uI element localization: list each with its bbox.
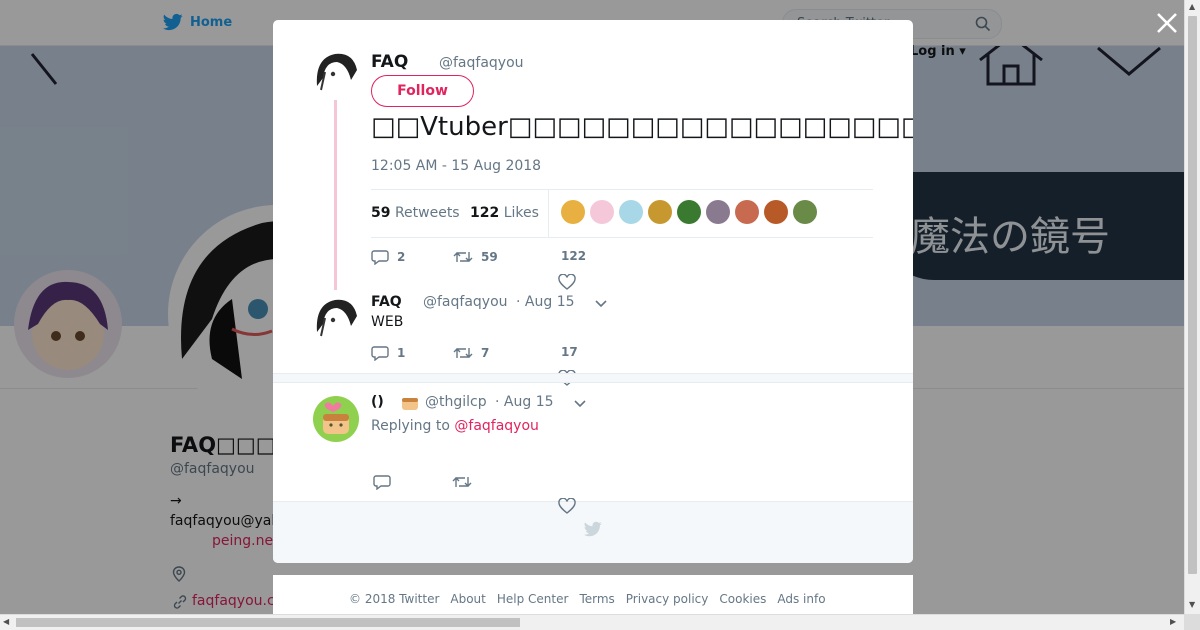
bread-emoji-icon	[402, 398, 418, 410]
retweet-icon	[453, 348, 473, 358]
tweet-modal: FAQ @faqfaqyou Follow □□Vtuber□□□□□□□□□□…	[273, 20, 913, 563]
like-action[interactable]: 122	[561, 249, 586, 263]
footer-link[interactable]: Ads info	[777, 592, 825, 606]
tweet-author-handle[interactable]: @faqfaqyou	[439, 55, 524, 71]
reply-icon	[371, 250, 389, 265]
reply2-author-avatar[interactable]	[313, 396, 359, 442]
twitter-bird-icon	[583, 521, 602, 537]
replying-to-prefix: Replying to	[371, 418, 450, 434]
tweet-author-avatar[interactable]	[313, 50, 359, 96]
reply-retweet-action[interactable]: 7	[453, 345, 489, 361]
scroll-right-arrow-icon[interactable]: ▶	[1170, 618, 1176, 626]
liker-avatar[interactable]	[793, 200, 817, 224]
reply-date[interactable]: · Aug 15	[516, 294, 575, 310]
site-footer: © 2018 Twitter About Help Center Terms Priva…	[273, 575, 913, 614]
retweet-count: 7	[481, 346, 490, 360]
tweet-text: □□Vtuber□□□□□□□□□□□□□□□□□□□□□□□□□□□□□□□□…	[371, 112, 913, 142]
reply-author-avatar[interactable]	[313, 296, 359, 342]
liker-avatar[interactable]	[706, 200, 730, 224]
scroll-down-arrow-icon[interactable]: ▼	[1189, 601, 1195, 609]
like-count: 17	[561, 345, 578, 359]
vertical-scroll-thumb[interactable]	[1188, 16, 1197, 574]
replying-to-line: Replying to @faqfaqyou	[371, 418, 539, 434]
close-icon[interactable]	[1154, 10, 1180, 36]
liker-avatar[interactable]	[619, 200, 643, 224]
tweet-author-name[interactable]: FAQ	[371, 52, 408, 72]
liker-avatar[interactable]	[561, 200, 585, 224]
footer-link[interactable]: Help Center	[497, 592, 569, 606]
footer-copyright: © 2018 Twitter	[349, 592, 440, 606]
tweet-stats: 59 Retweets 122 Likes	[371, 189, 873, 238]
reply-icon[interactable]	[373, 474, 391, 490]
vertical-scrollbar[interactable]: ▲ ▼	[1184, 0, 1200, 614]
retweet-count: 59	[481, 250, 498, 264]
liker-avatar[interactable]	[590, 200, 614, 224]
liker-avatar[interactable]	[648, 200, 672, 224]
like-count: 122	[561, 249, 587, 263]
reply-author-handle[interactable]: @faqfaqyou	[423, 294, 508, 310]
chevron-down-icon[interactable]	[594, 299, 608, 309]
stats-divider	[548, 190, 549, 237]
likers-avatar-list	[561, 200, 817, 224]
reply2-author-handle[interactable]: @thgilcp	[425, 394, 487, 410]
likes-stat[interactable]: 122 Likes	[470, 205, 539, 221]
follow-button[interactable]: Follow	[371, 75, 474, 107]
liker-avatar[interactable]	[735, 200, 759, 224]
heart-icon[interactable]	[558, 274, 576, 290]
footer-links: © 2018 Twitter About Help Center Terms Priva…	[349, 592, 826, 606]
footer-link[interactable]: Privacy policy	[626, 592, 709, 606]
reply2-author-name[interactable]: ()	[371, 394, 384, 410]
reply-count: 1	[397, 346, 406, 360]
reply2-date[interactable]: · Aug 15	[495, 394, 554, 410]
chevron-down-icon[interactable]	[573, 399, 587, 409]
scroll-up-arrow-icon[interactable]: ▲	[1189, 3, 1195, 11]
reply-separator	[273, 373, 913, 383]
scroll-left-arrow-icon[interactable]: ◀	[3, 618, 9, 626]
reply-icon	[371, 346, 389, 361]
reply-action[interactable]: 2	[371, 249, 405, 265]
retweets-stat[interactable]: 59 Retweets	[371, 205, 460, 221]
retweet-icon[interactable]	[452, 474, 472, 490]
footer-link[interactable]: About	[450, 592, 485, 606]
horizontal-scroll-thumb[interactable]	[16, 618, 520, 627]
heart-icon[interactable]	[558, 498, 576, 514]
replying-to-handle[interactable]: @faqfaqyou	[454, 418, 539, 434]
reply-author-name[interactable]: FAQ	[371, 294, 402, 310]
retweet-icon	[453, 252, 473, 262]
reply-count: 2	[397, 250, 406, 264]
liker-avatar[interactable]	[677, 200, 701, 224]
horizontal-scrollbar[interactable]: ◀ ▶	[0, 614, 1184, 630]
scrollbar-corner	[1184, 614, 1200, 630]
reply-like-action[interactable]: 17	[561, 345, 578, 359]
reply-text: WEB	[371, 314, 404, 330]
liker-avatar[interactable]	[764, 200, 788, 224]
tweet-timestamp[interactable]: 12:05 AM - 15 Aug 2018	[371, 158, 541, 174]
footer-link[interactable]: Terms	[579, 592, 614, 606]
thread-connector-line	[334, 100, 337, 290]
reply-reply-action[interactable]: 1	[371, 345, 405, 361]
retweet-action[interactable]: 59	[453, 249, 498, 265]
footer-link[interactable]: Cookies	[719, 592, 766, 606]
modal-footer	[273, 501, 913, 563]
